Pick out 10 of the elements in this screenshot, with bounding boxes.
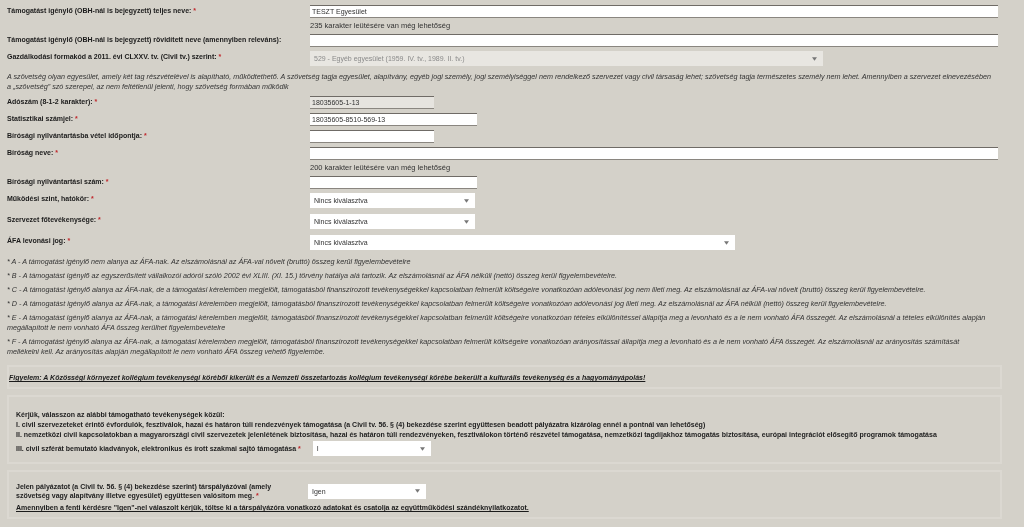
input-field[interactable]: [310, 147, 998, 160]
caret-icon: [415, 489, 420, 493]
input-field[interactable]: [310, 130, 434, 143]
caret-icon: [812, 56, 817, 61]
caret-icon: [419, 446, 425, 451]
caret-icon: [464, 198, 469, 203]
input-field[interactable]: [310, 34, 998, 47]
caret-icon: [724, 240, 729, 245]
input-field[interactable]: [310, 176, 477, 189]
caret-icon: [464, 219, 469, 224]
